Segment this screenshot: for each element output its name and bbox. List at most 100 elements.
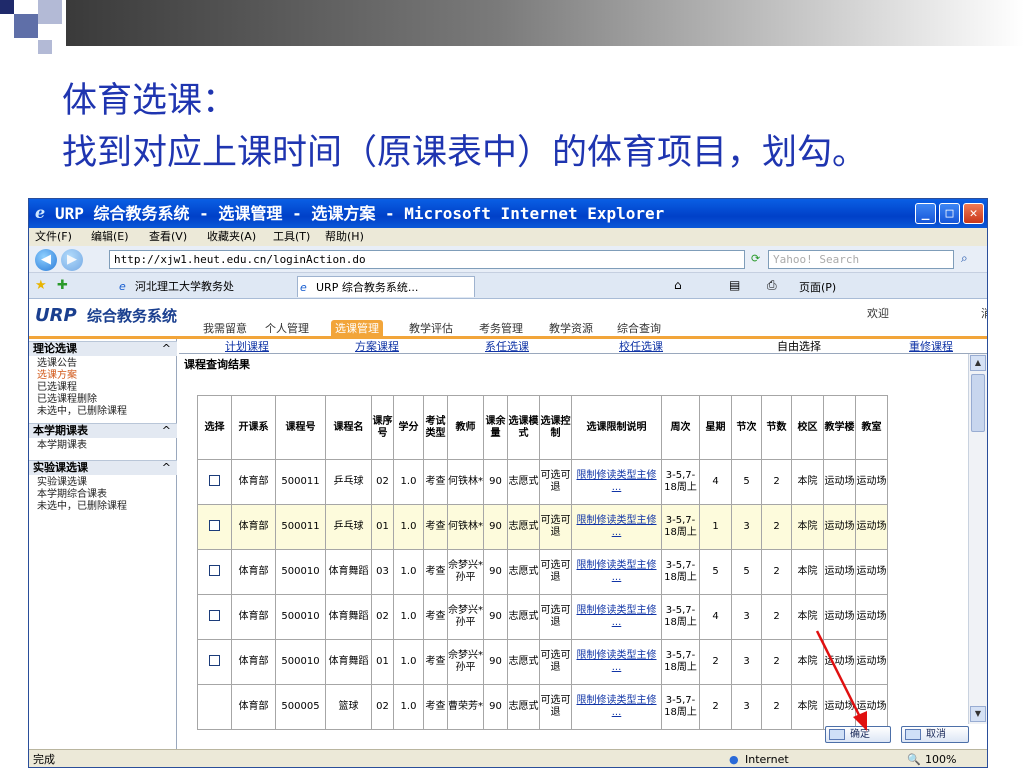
- subnav-retake[interactable]: 重修课程: [909, 339, 953, 354]
- menu-help[interactable]: 帮助(H): [325, 228, 364, 246]
- column-header: 选择: [197, 395, 232, 460]
- select-checkbox[interactable]: [209, 609, 220, 621]
- select-checkbox[interactable]: [209, 474, 220, 486]
- table-cell: 体育部: [231, 504, 276, 550]
- scroll-thumb[interactable]: [971, 374, 985, 432]
- sidebar-section-theory[interactable]: 理论选课 ^: [29, 341, 177, 356]
- sidebar-item-deleted[interactable]: 已选课程删除: [37, 394, 97, 406]
- table-cell: 02: [371, 459, 394, 505]
- sidebar-section-lab[interactable]: 实验课选课 ^: [29, 460, 177, 475]
- table-cell: 2: [761, 684, 792, 730]
- menu-edit[interactable]: 编辑(E): [91, 228, 129, 246]
- print-icon[interactable]: ⎙: [767, 278, 777, 293]
- home-icon[interactable]: ⌂: [674, 278, 682, 292]
- sidebar-section-timetable[interactable]: 本学期课表 ^: [29, 423, 177, 438]
- restriction-link[interactable]: 限制修读类型主修 ...: [577, 470, 657, 493]
- search-icon[interactable]: ⌕: [961, 251, 968, 266]
- table-row[interactable]: 体育部 500005 篮球 02 1.0 考查 曹荣芳* 90 志愿式 可选可退 限制修读类型主修 …: [197, 684, 888, 730]
- column-header: 开课系: [231, 395, 276, 460]
- sidebar-item-unselected[interactable]: 未选中，已删除课程: [37, 406, 127, 418]
- tab-hebut[interactable]: e 河北理工大学教务处: [117, 276, 287, 297]
- nav-course-select[interactable]: 选课管理: [331, 320, 383, 338]
- search-input[interactable]: Yahoo! Search: [768, 250, 954, 269]
- sidebar-item-combined[interactable]: 本学期综合课表: [37, 489, 107, 501]
- page-menu[interactable]: 页面(P): [799, 279, 836, 295]
- cancel-button[interactable]: 取消: [901, 726, 969, 743]
- back-icon[interactable]: ◀: [35, 249, 57, 271]
- table-row[interactable]: 体育部 500011 乒乓球 01 1.0 考查 何铁林* 90 志愿式 可选可退 限制修读类型主修…: [197, 504, 888, 550]
- table-cell: 志愿式: [507, 594, 540, 640]
- menu-file[interactable]: 文件(F): [35, 228, 72, 246]
- table-cell: 500010: [275, 549, 326, 595]
- menu-favorites[interactable]: 收藏夹(A): [207, 228, 256, 246]
- sidebar-item-lab-unselected[interactable]: 未选中，已删除课程: [37, 501, 127, 513]
- table-cell: 3-5,7-18周上: [661, 594, 700, 640]
- nav-notice[interactable]: 我需留意: [199, 320, 251, 338]
- column-header: 校区: [791, 395, 824, 460]
- welcome-tail: 消: [981, 305, 987, 321]
- subnav-dept[interactable]: 系任选课: [485, 339, 529, 354]
- table-cell: 3-5,7-18周上: [661, 684, 700, 730]
- sidebar-item-plan[interactable]: 选课方案: [37, 370, 77, 382]
- nav-personal[interactable]: 个人管理: [261, 320, 313, 338]
- restriction-link[interactable]: 限制修读类型主修 ...: [577, 650, 657, 673]
- vertical-scrollbar[interactable]: ▲ ▼: [968, 354, 987, 724]
- forward-icon[interactable]: ▶: [61, 249, 83, 271]
- address-input[interactable]: http://xjw1.heut.edu.cn/loginAction.do: [109, 250, 745, 269]
- table-cell: 3: [731, 594, 762, 640]
- table-cell: 体育部: [231, 459, 276, 505]
- column-header: 教学楼: [823, 395, 856, 460]
- table-cell: 何铁林*: [447, 504, 484, 550]
- nav-query[interactable]: 综合查询: [613, 320, 665, 338]
- sidebar-item-lab-select[interactable]: 实验课选课: [37, 477, 87, 489]
- table-cell: 01: [371, 504, 394, 550]
- minimize-button[interactable]: _: [915, 203, 936, 224]
- table-cell: 限制修读类型主修 ...: [571, 639, 662, 685]
- refresh-icon[interactable]: ⟳: [751, 252, 760, 265]
- subnav-plan[interactable]: 计划课程: [225, 339, 269, 354]
- table-cell: 90: [483, 549, 508, 595]
- restriction-link[interactable]: 限制修读类型主修 ...: [577, 695, 657, 718]
- nav-exam[interactable]: 考务管理: [475, 320, 527, 338]
- add-favorites-icon[interactable]: ✚: [57, 278, 68, 293]
- scroll-down-icon[interactable]: ▼: [970, 706, 986, 722]
- table-cell: 3: [731, 504, 762, 550]
- table-row[interactable]: 体育部 500010 体育舞蹈 02 1.0 考查 佘梦兴*孙平 90 志愿式 可选可退 限制修读类…: [197, 594, 888, 640]
- table-cell: 本院: [791, 504, 824, 550]
- table-cell: 2: [699, 684, 732, 730]
- restriction-link[interactable]: 限制修读类型主修 ...: [577, 560, 657, 583]
- sidebar-item-announcement[interactable]: 选课公告: [37, 358, 77, 370]
- sidebar-item-selected[interactable]: 已选课程: [37, 382, 77, 394]
- close-button[interactable]: ✕: [963, 203, 984, 224]
- table-row[interactable]: 体育部 500010 体育舞蹈 01 1.0 考查 佘梦兴*孙平 90 志愿式 可选可退 限制修读类…: [197, 639, 888, 685]
- subnav-school[interactable]: 校任选课: [619, 339, 663, 354]
- window-titlebar[interactable]: e URP 综合教务系统 - 选课管理 - 选课方案 - Microsoft I…: [29, 199, 987, 228]
- select-checkbox[interactable]: [209, 519, 220, 531]
- feeds-icon[interactable]: ▤: [729, 278, 740, 292]
- subnav-free[interactable]: 自由选择: [777, 339, 821, 354]
- select-checkbox[interactable]: [209, 564, 220, 576]
- maximize-button[interactable]: □: [939, 203, 960, 224]
- table-row[interactable]: 体育部 500011 乒乓球 02 1.0 考查 何铁林* 90 志愿式 可选可退 限制修读类型主修…: [197, 459, 888, 505]
- table-row[interactable]: 体育部 500010 体育舞蹈 03 1.0 考查 佘梦兴*孙平 90 志愿式 可选可退 限制修读类…: [197, 549, 888, 595]
- deco-square: [38, 0, 62, 24]
- table-cell: 考查: [423, 549, 448, 595]
- scroll-up-icon[interactable]: ▲: [970, 355, 986, 371]
- restriction-link[interactable]: 限制修读类型主修 ...: [577, 605, 657, 628]
- table-cell: 限制修读类型主修 ...: [571, 684, 662, 730]
- subnav-scheme[interactable]: 方案课程: [355, 339, 399, 354]
- favorites-star-icon[interactable]: ★: [35, 278, 47, 293]
- select-cell: [197, 504, 232, 550]
- sidebar-item-timetable[interactable]: 本学期课表: [37, 440, 87, 452]
- nav-resources[interactable]: 教学资源: [545, 320, 597, 338]
- menu-tools[interactable]: 工具(T): [273, 228, 310, 246]
- nav-evaluation[interactable]: 教学评估: [405, 320, 457, 338]
- menu-view[interactable]: 查看(V): [149, 228, 187, 246]
- restriction-link[interactable]: 限制修读类型主修 ...: [577, 515, 657, 538]
- status-bar: 完成 ● Internet 🔍 100%: [29, 749, 987, 767]
- table-cell: 志愿式: [507, 684, 540, 730]
- select-checkbox[interactable]: [209, 654, 220, 666]
- zoom-level[interactable]: 100%: [925, 750, 956, 767]
- table-cell: 体育部: [231, 684, 276, 730]
- tab-urp[interactable]: e URP 综合教务系统...: [297, 276, 475, 297]
